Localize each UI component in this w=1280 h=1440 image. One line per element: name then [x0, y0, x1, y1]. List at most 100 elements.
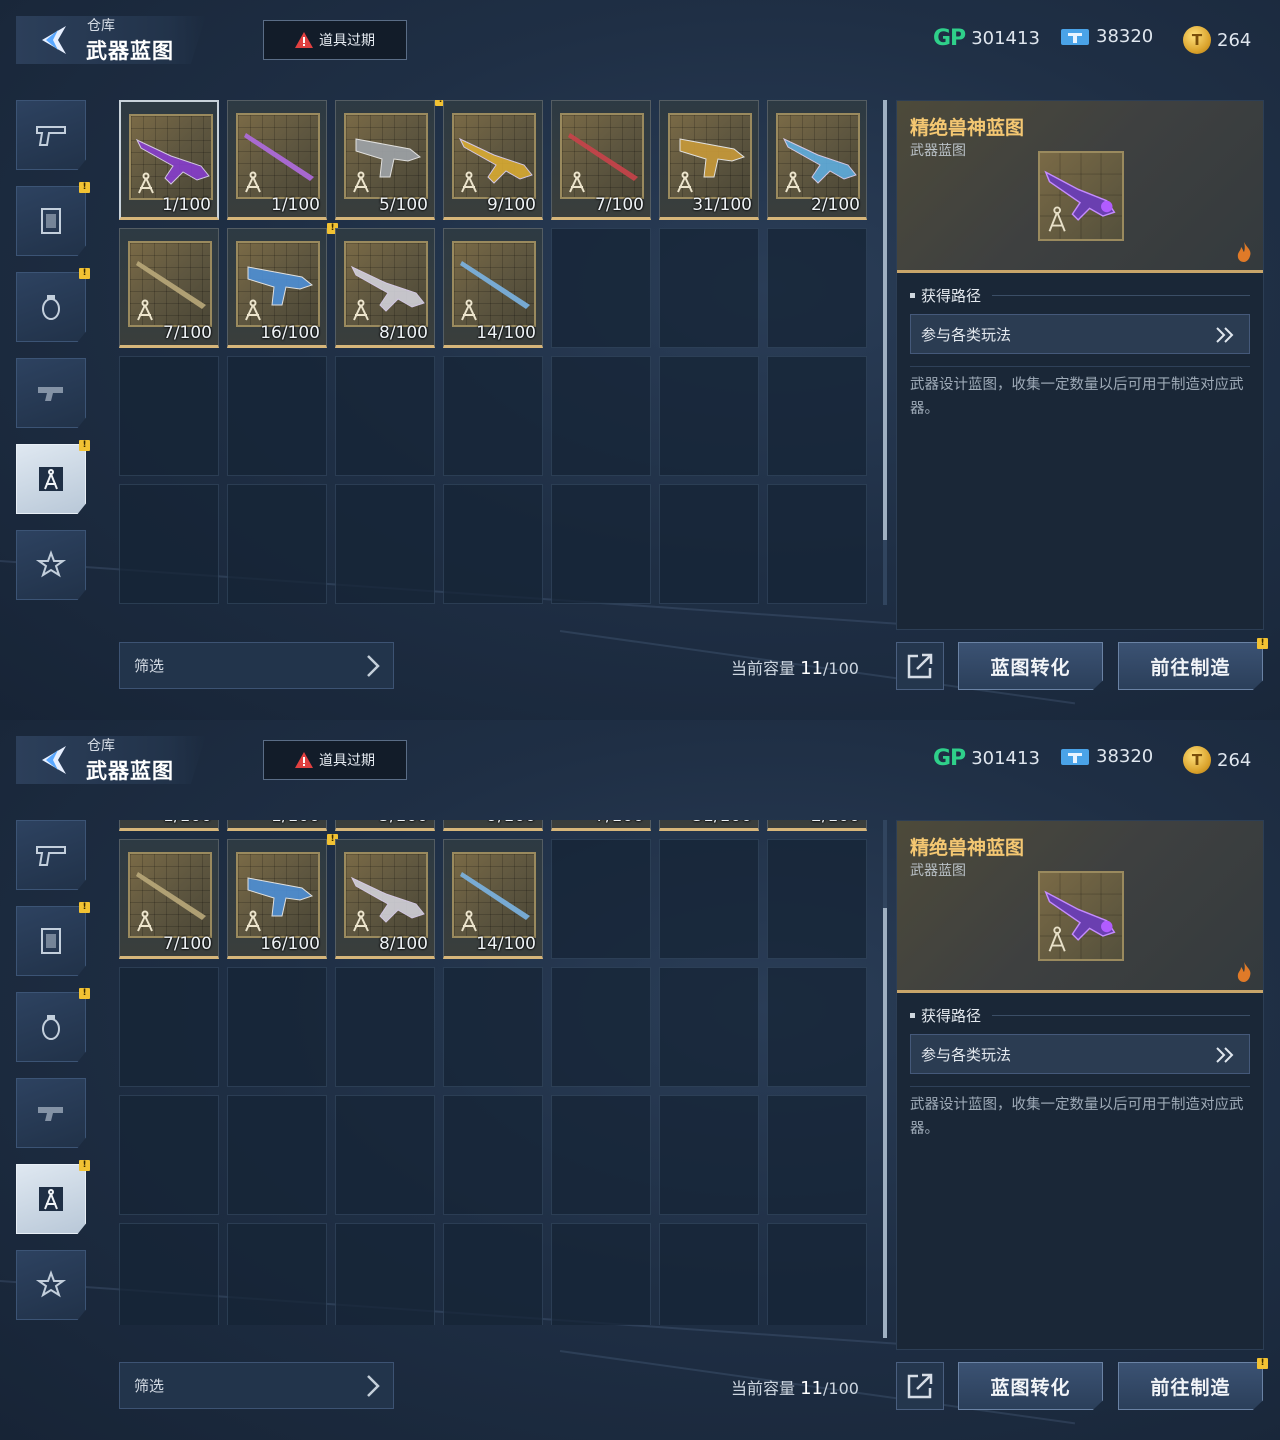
- blueprint-item[interactable]: 14/100: [443, 839, 543, 959]
- convert-blueprint-button[interactable]: 蓝图转化: [958, 1362, 1103, 1410]
- blueprint-item[interactable]: 8/100: [335, 228, 435, 348]
- share-button[interactable]: [896, 1362, 944, 1410]
- go-craft-button[interactable]: 前往制造: [1118, 1362, 1263, 1410]
- blueprint-item[interactable]: 31/100: [659, 820, 759, 831]
- back-arrow-icon[interactable]: [36, 744, 72, 776]
- share-button[interactable]: [896, 642, 944, 690]
- go-craft-button[interactable]: 前往制造: [1118, 642, 1263, 690]
- grid-scrollbar-thumb[interactable]: [883, 908, 887, 1338]
- notification-badge: !: [79, 1160, 90, 1171]
- ticket-icon: [1061, 28, 1089, 45]
- expired-items-button[interactable]: 道具过期: [263, 740, 407, 780]
- blueprint-item[interactable]: 16/100: [227, 228, 327, 348]
- blueprint-item[interactable]: 2/100: [767, 820, 867, 831]
- item-count: 7/100: [163, 934, 212, 954]
- blueprint-item[interactable]: 1/100: [227, 100, 327, 220]
- detail-item-image: [1038, 871, 1124, 961]
- empty-slot: [551, 1223, 651, 1325]
- category-tab-armor-card[interactable]: [16, 186, 86, 256]
- item-count: 14/100: [476, 323, 536, 343]
- empty-slot: [335, 484, 435, 604]
- expired-items-label: 道具过期: [319, 753, 375, 769]
- empty-slot: [659, 228, 759, 348]
- blueprint-item[interactable]: 8/100: [335, 839, 435, 959]
- detail-description: 武器设计蓝图，收集一定数量以后可用于制造对应武器。: [910, 377, 1244, 417]
- item-count: 2/100: [811, 195, 860, 215]
- blueprint-compass-icon: [461, 910, 477, 932]
- grid-scrollbar[interactable]: [883, 820, 887, 1338]
- empty-slot: [119, 484, 219, 604]
- grid-scrollbar-thumb[interactable]: [883, 100, 887, 540]
- category-tab-pistol[interactable]: [16, 100, 86, 170]
- category-tab-armor-card[interactable]: [16, 906, 86, 976]
- double-chevron-right-icon: [1216, 1047, 1234, 1063]
- double-chevron-right-icon: [1216, 327, 1234, 343]
- category-tab-weapon-parts[interactable]: [16, 358, 86, 428]
- empty-slot: [767, 839, 867, 959]
- blueprint-item[interactable]: 31/100: [659, 100, 759, 220]
- category-tab-grenade[interactable]: [16, 272, 86, 342]
- blueprint-item[interactable]: 2/100: [767, 100, 867, 220]
- blueprint-item[interactable]: 14/100: [443, 228, 543, 348]
- source-title: 获得路径: [910, 285, 981, 306]
- blueprint-weapon-icon: [1040, 873, 1122, 959]
- source-button[interactable]: 参与各类玩法: [910, 314, 1250, 354]
- category-tab-weapon-parts[interactable]: [16, 1078, 86, 1148]
- blueprint-item[interactable]: 7/100: [551, 100, 651, 220]
- coin-value: 264: [1217, 749, 1252, 771]
- blueprint-item[interactable]: 1/100: [227, 820, 327, 831]
- category-tab-blueprint[interactable]: [16, 444, 86, 514]
- blueprint-item[interactable]: 5/100: [335, 820, 435, 831]
- filter-button[interactable]: 筛选: [119, 1362, 394, 1409]
- capacity-current: 11: [800, 1378, 824, 1399]
- source-button-label: 参与各类玩法: [921, 1045, 1012, 1064]
- blueprint-compass-icon: [245, 171, 261, 193]
- category-tab-favorite[interactable]: [16, 1250, 86, 1320]
- empty-slot: [767, 1223, 867, 1325]
- pistol-icon: [36, 126, 66, 146]
- empty-slot: [551, 484, 651, 604]
- divider: [992, 1015, 1250, 1016]
- blueprint-item[interactable]: 7/100: [551, 820, 651, 831]
- source-button[interactable]: 参与各类玩法: [910, 1034, 1250, 1074]
- category-tab-pistol[interactable]: [16, 820, 86, 890]
- item-count: 16/100: [260, 934, 320, 954]
- expired-items-button[interactable]: 道具过期: [263, 20, 407, 60]
- item-count: 1/100: [163, 820, 212, 826]
- blueprint-item[interactable]: 7/100: [119, 228, 219, 348]
- category-tab-blueprint[interactable]: [16, 1164, 86, 1234]
- empty-slot: [551, 839, 651, 959]
- blueprint-item[interactable]: 9/100: [443, 100, 543, 220]
- item-grid: 1/1001/1005/100!9/1007/10031/1002/1007/1…: [119, 820, 869, 1325]
- detail-panel: 精绝兽神蓝图 武器蓝图 获得路径 参与各类玩法 武器设计蓝图，收集一定数量以后可…: [896, 100, 1264, 630]
- blueprint-item[interactable]: 16/100: [227, 839, 327, 959]
- coin-icon: T: [1183, 746, 1211, 774]
- empty-slot: [119, 356, 219, 476]
- blueprint-item[interactable]: 5/100: [335, 100, 435, 220]
- breadcrumb: 仓库: [87, 738, 115, 754]
- notification-badge: !: [79, 182, 90, 193]
- item-image: [128, 852, 212, 938]
- item-count: 2/100: [811, 820, 860, 826]
- blueprint-item[interactable]: 7/100: [119, 839, 219, 959]
- convert-blueprint-button[interactable]: 蓝图转化: [958, 642, 1103, 690]
- source-title: 获得路径: [910, 1005, 981, 1026]
- category-tab-favorite[interactable]: [16, 530, 86, 600]
- blueprint-item[interactable]: 9/100: [443, 820, 543, 831]
- notification-badge: !: [1257, 1358, 1268, 1369]
- back-arrow-icon[interactable]: [36, 24, 72, 56]
- item-image: [452, 113, 536, 199]
- coin-icon: T: [1183, 26, 1211, 54]
- filter-button[interactable]: 筛选: [119, 642, 394, 689]
- grenade-icon: [42, 1015, 60, 1040]
- blueprint-item[interactable]: 1/100: [119, 820, 219, 831]
- blueprint-item[interactable]: 1/100: [119, 100, 219, 220]
- category-tab-grenade[interactable]: [16, 992, 86, 1062]
- fire-icon: [1237, 242, 1251, 262]
- notification-badge: !: [1257, 638, 1268, 649]
- pistol-icon: [36, 846, 66, 866]
- compass-icon: [39, 1187, 63, 1211]
- gun-parts-icon: [38, 387, 63, 401]
- empty-slot: [551, 967, 651, 1087]
- grid-scrollbar[interactable]: [883, 100, 887, 605]
